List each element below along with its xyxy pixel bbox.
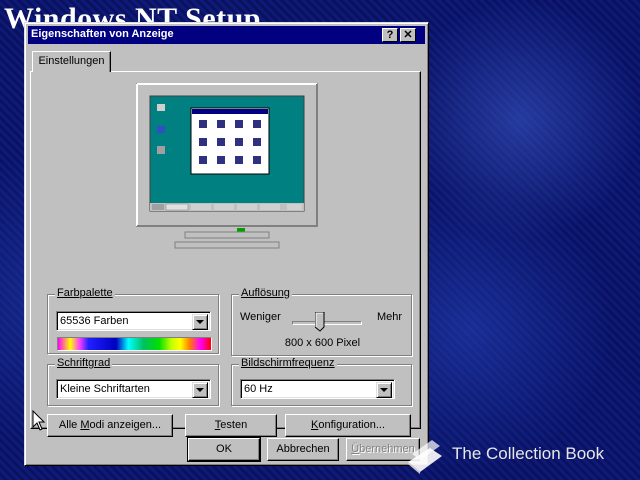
test-button[interactable]: Testen bbox=[185, 414, 277, 437]
resolution-label: Auflösung bbox=[239, 287, 292, 299]
resolution-group: Auflösung Weniger Mehr 800 x 600 Pixel bbox=[231, 287, 412, 356]
configuration-button[interactable]: Konfiguration... bbox=[285, 414, 411, 437]
chevron-down-icon[interactable] bbox=[192, 314, 208, 330]
monitor-preview bbox=[136, 83, 318, 249]
resolution-value: 800 x 600 Pixel bbox=[284, 337, 361, 349]
font-size-value: Kleine Schriftarten bbox=[60, 383, 150, 395]
help-button[interactable]: ? bbox=[382, 28, 398, 42]
color-palette-group: Farbpalette 65536 Farben bbox=[47, 287, 219, 354]
color-palette-strip bbox=[57, 337, 212, 351]
display-properties-dialog: Eigenschaften von Anzeige ? ✕ Einstellun… bbox=[24, 22, 429, 466]
mouse-pointer-icon bbox=[32, 410, 46, 431]
ok-button[interactable]: OK bbox=[187, 437, 261, 462]
close-icon: ✕ bbox=[403, 29, 413, 41]
font-size-label: Schriftgrad bbox=[55, 357, 113, 369]
resolution-less-label: Weniger bbox=[240, 311, 281, 323]
refresh-rate-value: 60 Hz bbox=[244, 383, 273, 395]
book-logo-icon bbox=[408, 440, 442, 474]
refresh-rate-label: Bildschirmfrequenz bbox=[239, 357, 337, 369]
dialog-title: Eigenschaften von Anzeige bbox=[31, 28, 174, 40]
close-button[interactable]: ✕ bbox=[400, 28, 416, 42]
resolution-slider-track[interactable] bbox=[292, 321, 362, 325]
watermark: The Collection Book bbox=[404, 432, 636, 476]
refresh-rate-select[interactable]: 60 Hz bbox=[240, 379, 395, 399]
settings-panel: Farbpalette 65536 Farben Auflösung Wenig… bbox=[30, 71, 421, 437]
watermark-text: The Collection Book bbox=[452, 444, 605, 463]
refresh-rate-group: Bildschirmfrequenz 60 Hz bbox=[231, 357, 412, 406]
font-size-select[interactable]: Kleine Schriftarten bbox=[56, 379, 211, 399]
chevron-down-icon[interactable] bbox=[192, 382, 208, 398]
resolution-more-label: Mehr bbox=[377, 311, 403, 323]
network-icon bbox=[157, 126, 165, 133]
font-size-group: Schriftgrad Kleine Schriftarten bbox=[47, 357, 219, 406]
resolution-slider-thumb[interactable] bbox=[315, 312, 325, 332]
color-palette-select[interactable]: 65536 Farben bbox=[56, 311, 211, 331]
recycle-bin-icon bbox=[157, 146, 165, 154]
color-palette-label: Farbpalette bbox=[55, 287, 115, 299]
mycomputer-icon bbox=[157, 104, 165, 111]
list-all-modes-button[interactable]: Alle Modi anzeigen... bbox=[47, 414, 173, 437]
chevron-down-icon[interactable] bbox=[376, 382, 392, 398]
color-palette-value: 65536 Farben bbox=[60, 315, 129, 327]
tab-einstellungen[interactable]: Einstellungen bbox=[32, 51, 111, 72]
cancel-button[interactable]: Abbrechen bbox=[267, 438, 339, 461]
title-bar[interactable]: Eigenschaften von Anzeige ? ✕ bbox=[28, 26, 425, 44]
